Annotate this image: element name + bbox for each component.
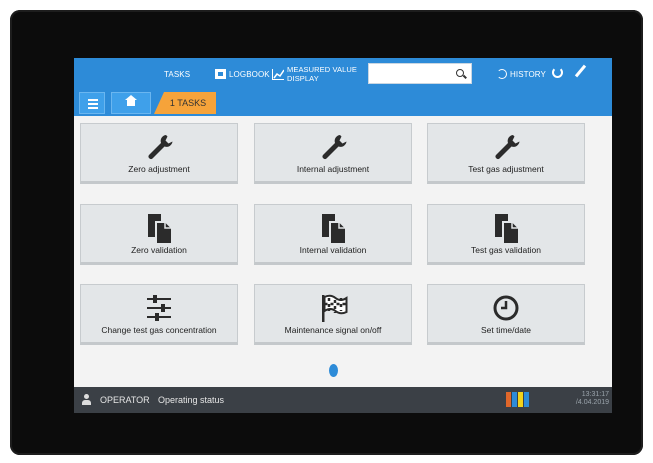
wrench-icon bbox=[322, 135, 347, 159]
screen: TASKS LOGBOOK MEASURED VALUE DISPLAY HIS… bbox=[74, 58, 612, 413]
home-button[interactable] bbox=[111, 92, 151, 114]
flag-icon bbox=[322, 294, 348, 322]
tile-zero-adjustment[interactable]: Zero adjustment bbox=[80, 123, 238, 184]
tile-label: Test gas adjustment bbox=[468, 164, 544, 174]
tile-label: Zero validation bbox=[131, 245, 187, 255]
document-icon bbox=[495, 214, 520, 245]
breadcrumb-tasks[interactable]: 1 TASKS bbox=[154, 92, 216, 114]
wrench-icon bbox=[148, 135, 173, 159]
menu-icon-bar bbox=[88, 99, 98, 101]
document-icon bbox=[322, 214, 347, 245]
nav-logbook[interactable]: LOGBOOK bbox=[215, 58, 270, 90]
wrench-icon bbox=[495, 135, 520, 159]
chart-icon bbox=[272, 68, 284, 80]
home-icon bbox=[125, 95, 137, 108]
menu-icon-bar bbox=[88, 103, 98, 105]
pencil-icon[interactable] bbox=[574, 64, 587, 78]
logbook-icon bbox=[215, 69, 226, 79]
tile-internal-adjustment[interactable]: Internal adjustment bbox=[254, 123, 412, 184]
menu-button[interactable] bbox=[79, 92, 105, 114]
status-bar-segment bbox=[524, 392, 529, 407]
page-indicator-dot[interactable] bbox=[329, 364, 338, 377]
tile-set-time-date[interactable]: Set time/date bbox=[427, 284, 585, 345]
tile-test-gas-validation[interactable]: Test gas validation bbox=[427, 204, 585, 265]
nav-history[interactable]: HISTORY bbox=[497, 58, 546, 90]
tile-internal-validation[interactable]: Internal validation bbox=[254, 204, 412, 265]
clock: 13:31:17 /4.04.2019 bbox=[576, 391, 609, 407]
tile-label: Internal validation bbox=[299, 245, 367, 255]
nav-tasks[interactable]: TASKS bbox=[151, 58, 190, 90]
tile-label: Internal adjustment bbox=[296, 164, 370, 174]
operating-status[interactable]: Operating status bbox=[158, 395, 224, 405]
tile-test-gas-adjustment[interactable]: Test gas adjustment bbox=[427, 123, 585, 184]
status-bar-segment bbox=[518, 392, 523, 407]
grid-icon bbox=[151, 69, 161, 79]
status-bar-segment bbox=[512, 392, 517, 407]
tile-maintenance-signal[interactable]: Maintenance signal on/off bbox=[254, 284, 412, 345]
sliders-icon bbox=[147, 295, 171, 321]
tile-label: Zero adjustment bbox=[128, 164, 190, 174]
clock-date: /4.04.2019 bbox=[575, 399, 609, 406]
nav-measured-label: MEASURED VALUE DISPLAY bbox=[287, 65, 357, 83]
tile-change-test-gas-concentration[interactable]: Change test gas concentration bbox=[80, 284, 238, 345]
nav-measured-line1: MEASURED VALUE bbox=[287, 65, 358, 74]
nav-measured-line2: DISPLAY bbox=[287, 74, 319, 83]
header-bar: TASKS LOGBOOK MEASURED VALUE DISPLAY HIS… bbox=[74, 58, 612, 116]
nav-measured-value-display[interactable]: MEASURED VALUE DISPLAY bbox=[272, 58, 357, 90]
user-icon bbox=[82, 394, 91, 405]
search-input[interactable] bbox=[368, 63, 472, 84]
tile-label: Test gas validation bbox=[471, 245, 541, 255]
document-icon bbox=[148, 214, 173, 245]
menu-icon-bar bbox=[88, 107, 98, 109]
status-indicator bbox=[506, 392, 529, 407]
status-bar: OPERATOR Operating status 13:31:17 /4.04… bbox=[74, 387, 612, 413]
breadcrumb-tasks-label: 1 TASKS bbox=[169, 98, 207, 108]
nav-logbook-label: LOGBOOK bbox=[229, 69, 270, 79]
top-nav: TASKS LOGBOOK MEASURED VALUE DISPLAY HIS… bbox=[74, 58, 612, 90]
tile-label: Change test gas concentration bbox=[101, 325, 217, 335]
nav-history-label: HISTORY bbox=[510, 69, 546, 79]
user-role: OPERATOR bbox=[100, 395, 150, 405]
clock-time: 13:31:17 bbox=[581, 391, 609, 398]
tile-zero-validation[interactable]: Zero validation bbox=[80, 204, 238, 265]
status-bar-segment bbox=[506, 392, 511, 407]
tile-label: Maintenance signal on/off bbox=[284, 325, 382, 335]
breadcrumb: 1 TASKS bbox=[74, 90, 612, 116]
history-icon bbox=[497, 69, 507, 79]
search-icon[interactable] bbox=[456, 69, 464, 77]
refresh-icon[interactable] bbox=[552, 67, 563, 78]
nav-tasks-label: TASKS bbox=[164, 69, 191, 79]
clock-icon bbox=[493, 295, 519, 321]
chart-line bbox=[273, 69, 284, 78]
tile-label: Set time/date bbox=[480, 325, 532, 335]
